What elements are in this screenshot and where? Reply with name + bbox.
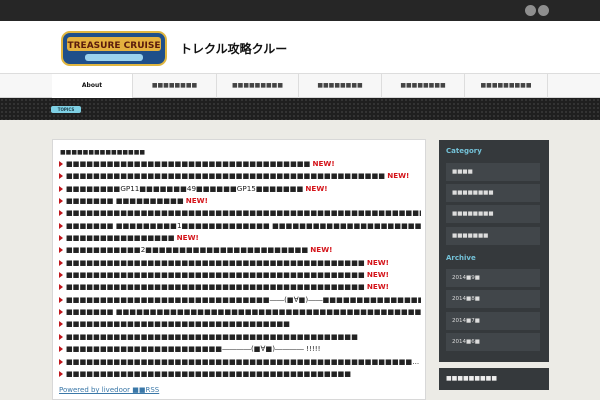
news-item-text[interactable]: ■■■■■■■■■■■■■■■■■■■■■■■■■■■■■■■■■■■■■■■■… xyxy=(66,270,365,279)
powered-by-link[interactable]: Powered by livedoor ■■RSS xyxy=(59,386,159,394)
news-item[interactable]: ■■■■■■■■■■■■■■■■■■■■■■■――――(■∀■)―――― !!!… xyxy=(59,343,421,355)
news-item-text[interactable]: ■■■■■■■■■■■■■■■■■■■■■■■――――(■∀■)―――― !!!… xyxy=(66,344,321,353)
arrow-bullet-icon xyxy=(59,185,63,192)
news-item-text[interactable]: ■■■■■■■ ■■■■■■■■■1■■■■■■■■■■■■■ ■■■■■■■■… xyxy=(66,221,421,230)
arrow-bullet-icon xyxy=(59,309,63,316)
news-item[interactable]: ■■■■■■■ ■■■■■■■■■1■■■■■■■■■■■■■ ■■■■■■■■… xyxy=(59,220,421,232)
news-item-text[interactable]: ■■■■■■■■■■■■■■■■■■■■■■■■■■■■■■■■■■■■■■■■… xyxy=(66,171,385,180)
archive-heading: Archive xyxy=(446,254,476,262)
news-list: ■■■■■■■■■■■■■■■■■■■■■■■■■■■■■■■■■■■■ NEW!… xyxy=(59,158,421,380)
nav-item-4[interactable]: ■■■■■■■■ xyxy=(299,74,382,98)
archive-link[interactable]: 2014■8■ xyxy=(446,290,540,308)
nav-item-5[interactable]: ■■■■■■■■ xyxy=(382,74,465,98)
news-item[interactable]: ■■■■■■■ ■■■■■■■■■■ NEW! xyxy=(59,195,421,207)
topics-badge: TOPICS xyxy=(51,106,81,113)
news-item-text[interactable]: ■■■■■■■■■■■■■■■■■■■■■■■■■■■■■■■■■■■■ xyxy=(66,159,310,168)
arrow-bullet-icon xyxy=(59,198,63,205)
news-item-text[interactable]: ■■■■■■■■■■■■■■■■■■■■■■■■■■■■■■■■■■■■■■■■… xyxy=(66,357,419,366)
news-item[interactable]: ■■■■■■■■■■■■■■■■■■■■■■■■■■■■■■――(■∀■)――■… xyxy=(59,294,421,306)
news-item[interactable]: ■■■■■■■ ■■■■■■■■■■■■■■■■■■■■■■■■■■■■■■■■… xyxy=(59,306,421,318)
arrow-bullet-icon xyxy=(59,370,63,377)
nav-item-2[interactable]: ■■■■■■■■ xyxy=(133,74,217,98)
arrow-bullet-icon xyxy=(59,333,63,340)
news-item-text[interactable]: ■■■■■■■■■■■■■■■■■■■■■■■■■■■■■■■■■ xyxy=(66,319,290,328)
category-link[interactable]: ■■■■ xyxy=(446,163,540,181)
logo-text: TREASURE CRUISE xyxy=(67,41,160,51)
category-link[interactable]: ■■■■■■■■ xyxy=(446,205,540,223)
news-item-text[interactable]: ■■■■■■■■■■■■■■■■■■■■■■■■■■■■■■――(■∀■)――■… xyxy=(66,295,421,304)
category-heading: Category xyxy=(446,147,482,155)
topics-band xyxy=(0,98,600,120)
arrow-bullet-icon xyxy=(59,247,63,254)
archive-link[interactable]: 2014■7■ xyxy=(446,312,540,330)
arrow-bullet-icon xyxy=(59,210,63,217)
nav-item-6[interactable]: ■■■■■■■■■ xyxy=(465,74,548,98)
news-item[interactable]: ■■■■■■■■■■■■■■■■ NEW! xyxy=(59,232,421,244)
news-item[interactable]: ■■■■■■■■■■■■■■■■■■■■■■■■■■■■■■■■■■■■ NEW! xyxy=(59,158,421,170)
arrow-bullet-icon xyxy=(59,284,63,291)
new-badge: NEW! xyxy=(185,196,208,206)
news-item-text[interactable]: ■■■■■■■■■■■■■■■■■■■■■■■■■■■■■■■■■■■■■■■■… xyxy=(66,332,358,341)
news-item-text[interactable]: ■■■■■■■■■■■■■■■■■■■■■■■■■■■■■■■■■■■■■■■■… xyxy=(66,258,365,267)
archive-link[interactable]: 2014■9■ xyxy=(446,269,540,287)
widget-title: ■■■■■■■■■ xyxy=(446,375,498,382)
news-item-text[interactable]: ■■■■■■■■■■■■■■■■■■■■■■■■■■■■■■■■■■■■■■■■… xyxy=(66,369,351,378)
new-badge: NEW! xyxy=(366,282,389,292)
news-item[interactable]: ■■■■■■■■■■■■■■■■■■■■■■■■■■■■■■■■■■■■■■■■… xyxy=(59,207,421,219)
arrow-bullet-icon xyxy=(59,272,63,279)
arrow-bullet-icon xyxy=(59,161,63,167)
new-badge: NEW! xyxy=(305,183,328,193)
arrow-bullet-icon xyxy=(59,222,63,229)
news-item[interactable]: ■■■■■■■■■■■■■■■■■■■■■■■■■■■■■■■■■■■■■■■■… xyxy=(59,269,421,281)
news-item[interactable]: ■■■■■■■■■■■■■■■■■■■■■■■■■■■■■■■■■■■■■■■■… xyxy=(59,331,421,343)
arrow-bullet-icon xyxy=(59,235,63,242)
new-badge: NEW! xyxy=(387,171,410,181)
news-item[interactable]: ■■■■■■■■■■■■■■■■■■■■■■■■■■■■■■■■■■■■■■■■… xyxy=(59,257,421,269)
nav-item-3[interactable]: ■■■■■■■■■ xyxy=(217,74,299,98)
news-item[interactable]: ■■■■■■■■■■■■■■■■■■■■■■■■■■■■■■■■■■■■■■■■… xyxy=(59,170,421,182)
category-link[interactable]: ■■■■■■■■ xyxy=(446,184,540,202)
feed-title: ■■■■■■■■■■■■■■■ xyxy=(60,149,146,156)
nav-item-about[interactable]: About xyxy=(52,74,133,98)
news-item-text[interactable]: ■■■■■■■ ■■■■■■■■■■■■■■■■■■■■■■■■■■■■■■■■… xyxy=(66,307,421,316)
new-badge: NEW! xyxy=(312,159,335,168)
news-item-text[interactable]: ■■■■■■■■■■■■■■■■■■■■■■■■■■■■■■■■■■■■■■■■… xyxy=(66,282,365,291)
news-item-text[interactable]: ■■■■■■■■GP11■■■■■■■49■■■■■■GP15■■■■■■■ xyxy=(66,184,303,193)
new-badge: NEW! xyxy=(366,270,389,280)
site-logo[interactable]: TREASURE CRUISE xyxy=(61,31,167,66)
arrow-bullet-icon xyxy=(59,321,63,328)
news-item[interactable]: ■■■■■■■■■■■■■■■■■■■■■■■■■■■■■■■■■■■■■■■■… xyxy=(59,281,421,293)
site-title[interactable]: トレクル攻略クルー xyxy=(180,40,287,57)
arrow-bullet-icon xyxy=(59,296,63,303)
new-badge: NEW! xyxy=(176,233,199,243)
arrow-bullet-icon xyxy=(59,259,63,266)
category-link[interactable]: ■■■■■■■ xyxy=(446,227,540,245)
arrow-bullet-icon xyxy=(59,346,63,353)
new-badge: NEW! xyxy=(366,257,389,267)
news-item-text[interactable]: ■■■■■■■■■■■■■■■■■■■■■■■■■■■■■■■■■■■■■■■■… xyxy=(66,208,421,217)
new-badge: NEW! xyxy=(310,245,333,255)
news-item-text[interactable]: ■■■■■■■■■■■2■■■■■■■■■■■■■■■■■■■■■■■■ xyxy=(66,245,308,254)
top-bar xyxy=(0,0,600,21)
news-item-text[interactable]: ■■■■■■■ ■■■■■■■■■■ xyxy=(66,196,184,205)
news-item[interactable]: ■■■■■■■■■■■2■■■■■■■■■■■■■■■■■■■■■■■■ NEW! xyxy=(59,244,421,256)
rss-icon[interactable] xyxy=(525,5,536,16)
news-item[interactable]: ■■■■■■■■■■■■■■■■■■■■■■■■■■■■■■■■■ xyxy=(59,318,421,330)
arrow-bullet-icon xyxy=(59,173,63,180)
news-item[interactable]: ■■■■■■■■■■■■■■■■■■■■■■■■■■■■■■■■■■■■■■■■… xyxy=(59,368,421,380)
twitter-icon[interactable] xyxy=(538,5,549,16)
arrow-bullet-icon xyxy=(59,358,63,365)
archive-link[interactable]: 2014■6■ xyxy=(446,333,540,351)
main-nav: About ■■■■■■■■ ■■■■■■■■■ ■■■■■■■■ ■■■■■■… xyxy=(0,73,600,98)
news-item[interactable]: ■■■■■■■■GP11■■■■■■■49■■■■■■GP15■■■■■■■ NE… xyxy=(59,183,421,195)
news-item-text[interactable]: ■■■■■■■■■■■■■■■■ xyxy=(66,233,175,242)
news-item[interactable]: ■■■■■■■■■■■■■■■■■■■■■■■■■■■■■■■■■■■■■■■■… xyxy=(59,356,421,368)
